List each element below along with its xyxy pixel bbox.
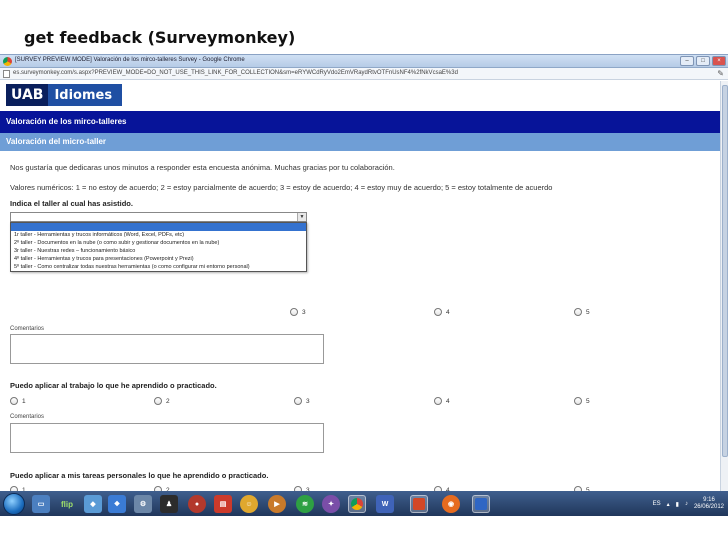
q2-rating-1[interactable]: 1	[10, 397, 26, 405]
spotify-icon[interactable]: ≋	[296, 495, 314, 513]
page-icon	[3, 70, 10, 78]
clock-date: 26/06/2012	[693, 504, 724, 510]
language-indicator[interactable]: ES	[653, 501, 661, 507]
question-1-ratings: 3 4 5	[0, 308, 720, 318]
section-title: Valoración del micro-taller	[6, 137, 107, 146]
word-icon[interactable]: W	[376, 495, 394, 513]
logo-band: UAB Idiomes	[0, 81, 720, 111]
browser-screenshot: [SURVEY PREVIEW MODE] Valoración de los …	[0, 54, 728, 516]
q2-comments-label: Comentarios	[10, 414, 45, 420]
q1-rating-4[interactable]: 4	[434, 308, 450, 316]
chrome-taskbar-icon[interactable]	[348, 495, 366, 513]
scale-text: Valores numéricos: 1 = no estoy de acuer…	[10, 183, 553, 192]
survey-page: UAB Idiomes Valoración de los mirco-tall…	[0, 81, 720, 494]
settings-icon[interactable]: ⚙	[134, 495, 152, 513]
clock-time: 9:16	[703, 497, 715, 503]
q1-rating-5[interactable]: 5	[574, 308, 590, 316]
radio-circle[interactable]	[574, 397, 582, 405]
arrow-up-icon[interactable]: ▴	[667, 501, 670, 508]
dropbox-icon[interactable]: ❖	[108, 495, 126, 513]
chrome-icon	[3, 57, 12, 66]
dropdown-option-5[interactable]: 5º taller - Como centralizar todas nuest…	[11, 263, 306, 271]
apps-icon[interactable]: ◆	[84, 495, 102, 513]
vertical-scrollbar[interactable]	[720, 81, 728, 491]
radio-circle[interactable]	[434, 397, 442, 405]
pdf-icon[interactable]: ▤	[214, 495, 232, 513]
q2-rating-5[interactable]: 5	[574, 397, 590, 405]
penguin-icon[interactable]: ♟	[160, 495, 178, 513]
slide-title: get feedback (Surveymonkey)	[24, 28, 296, 47]
scrollbar-thumb[interactable]	[722, 85, 728, 457]
workshop-select[interactable]: ▼	[10, 212, 307, 222]
q1-comments-box[interactable]	[10, 334, 324, 364]
question-2-title: Puedo aplicar al trabajo lo que he apren…	[10, 381, 217, 390]
dropdown-option-2[interactable]: 2º taller - Documentos en la nube (o com…	[11, 239, 306, 247]
dropdown-option-1[interactable]: 1r taller - Herramientas y trucos inform…	[11, 231, 306, 239]
dropdown-option-4[interactable]: 4º taller - Herramientas y trucos para p…	[11, 255, 306, 263]
logo-idiomes: Idiomes	[54, 87, 113, 103]
radio-circle[interactable]	[294, 397, 302, 405]
q2-rating-2[interactable]: 2	[154, 397, 170, 405]
intro-text: Nos gustaría que dedicaras unos minutos …	[10, 163, 395, 172]
question-3-title: Puedo aplicar a mis tareas personales lo…	[10, 471, 269, 480]
minimize-button[interactable]: –	[680, 56, 694, 66]
close-button[interactable]: ×	[712, 56, 726, 66]
address-bar[interactable]: es.surveymonkey.com/s.aspx?PREVIEW_MODE=…	[0, 68, 728, 80]
media-icon[interactable]: ●	[188, 495, 206, 513]
start-button[interactable]	[3, 493, 25, 515]
radio-circle[interactable]	[10, 397, 18, 405]
question-1-title: Indica el taller al cual has asistido.	[10, 199, 133, 208]
chevron-down-icon[interactable]: ▼	[297, 213, 306, 221]
survey-header: Valoración de los mirco-talleres	[0, 111, 720, 133]
flip-icon[interactable]: flip	[58, 495, 76, 513]
chat-icon[interactable]: ☺	[240, 495, 258, 513]
document-icon[interactable]	[472, 495, 490, 513]
q2-rating-3[interactable]: 3	[294, 397, 310, 405]
radio-circle[interactable]	[290, 308, 298, 316]
player-icon[interactable]: ▶	[268, 495, 286, 513]
firefox-icon[interactable]: ◉	[442, 495, 460, 513]
q1-comments-label: Comentarios	[10, 326, 45, 332]
wrench-icon[interactable]: ✎	[717, 69, 724, 78]
network-icon[interactable]: ▮	[676, 501, 679, 508]
q1-rating-3[interactable]: 3	[290, 308, 306, 316]
windows-taskbar: ▭ flip ◆ ❖ ⚙ ♟ ● ▤ ☺ ▶ ≋ ✦ W ◉ ES ▴ ▮ ♪ …	[0, 491, 728, 516]
window-controls: – □ ×	[680, 56, 726, 66]
logo-uab: UAB	[6, 84, 49, 106]
uab-idiomes-logo: UAB Idiomes	[6, 84, 122, 106]
maximize-button[interactable]: □	[696, 56, 710, 66]
radio-circle[interactable]	[154, 397, 162, 405]
app-icon[interactable]: ✦	[322, 495, 340, 513]
clock[interactable]: 9:16 26/06/2012	[694, 497, 724, 511]
volume-icon[interactable]: ♪	[685, 501, 688, 507]
window-title: [SURVEY PREVIEW MODE] Valoración de los …	[15, 57, 245, 63]
dropdown-option-3[interactable]: 3r taller - Nuestras redes – funcionamie…	[11, 247, 306, 255]
workshop-dropdown-list[interactable]: 1r taller - Herramientas y trucos inform…	[10, 222, 307, 272]
radio-circle[interactable]	[434, 308, 442, 316]
url-text[interactable]: es.surveymonkey.com/s.aspx?PREVIEW_MODE=…	[13, 70, 458, 76]
question-2-ratings: 1 2 3 4 5	[0, 397, 720, 407]
survey-title: Valoración de los mirco-talleres	[6, 117, 127, 126]
system-tray: ES ▴ ▮ ♪ 9:16 26/06/2012	[653, 495, 724, 513]
dropdown-option-empty[interactable]	[11, 223, 306, 231]
computer-icon[interactable]: ▭	[32, 495, 50, 513]
window-titlebar[interactable]: [SURVEY PREVIEW MODE] Valoración de los …	[0, 55, 728, 68]
q2-rating-4[interactable]: 4	[434, 397, 450, 405]
radio-circle[interactable]	[574, 308, 582, 316]
powerpoint-icon[interactable]	[410, 495, 428, 513]
section-header: Valoración del micro-taller	[0, 133, 720, 151]
q2-comments-box[interactable]	[10, 423, 324, 453]
